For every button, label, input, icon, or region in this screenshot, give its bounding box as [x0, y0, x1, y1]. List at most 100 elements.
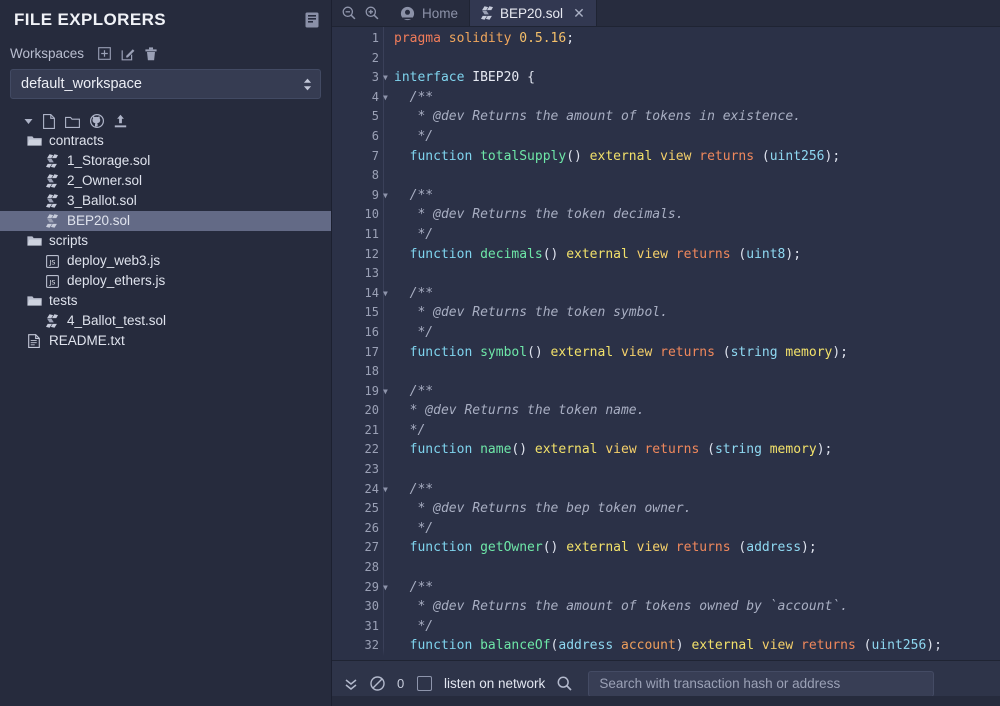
code-line: */	[394, 127, 1000, 147]
fold-caret-icon[interactable]: ▼	[383, 578, 391, 598]
code-token: ;	[566, 31, 574, 46]
line-number: 10	[332, 205, 383, 225]
file-tree-item-3-ballot-sol[interactable]: 3_Ballot.sol	[0, 191, 331, 211]
zoom-out-icon[interactable]	[342, 6, 356, 20]
code-token: getOwner	[480, 540, 543, 555]
line-number-gutter: 123▼4▼56789▼1011121314▼1516171819▼202122…	[332, 27, 384, 660]
code-token: )	[676, 638, 692, 653]
editor-zoom-controls	[332, 0, 389, 26]
code-token: returns	[699, 149, 762, 164]
file-tree-item-deploy-ethers-js[interactable]: JSdeploy_ethers.js	[0, 271, 331, 291]
line-number: 13	[332, 264, 383, 284]
fold-caret-icon[interactable]: ▼	[383, 480, 391, 500]
fold-caret-icon[interactable]: ▼	[383, 284, 391, 304]
line-number: 29▼	[332, 578, 383, 598]
code-token: interface	[394, 70, 472, 85]
file-tree-item-bep20-sol[interactable]: BEP20.sol	[0, 211, 331, 231]
book-panel-icon[interactable]	[305, 12, 319, 28]
file-tree: contracts1_Storage.sol2_Owner.sol3_Ballo…	[0, 111, 331, 351]
fold-caret-icon[interactable]: ▼	[383, 68, 391, 88]
listen-on-network-checkbox[interactable]	[417, 676, 432, 691]
code-token: function	[394, 540, 480, 555]
fold-caret-icon[interactable]: ▼	[383, 382, 391, 402]
terminal-error-count: 0	[397, 676, 405, 691]
line-number: 18	[332, 362, 383, 382]
code-token: */	[394, 129, 433, 144]
code-token: view	[605, 442, 644, 457]
line-number: 4▼	[332, 88, 383, 108]
close-icon[interactable]: ✕	[573, 5, 585, 22]
code-token: function	[394, 638, 480, 653]
fold-caret-icon[interactable]: ▼	[383, 186, 391, 206]
code-token: /**	[394, 90, 433, 105]
code-token: /**	[394, 482, 433, 497]
file-tree-item-label: tests	[49, 291, 78, 311]
file-tree-item-label: 4_Ballot_test.sol	[67, 311, 166, 331]
code-token: pragma	[394, 31, 449, 46]
delete-workspace-icon[interactable]	[145, 47, 157, 61]
file-tree-item-label: deploy_web3.js	[67, 251, 160, 271]
new-folder-icon[interactable]	[65, 115, 80, 128]
code-line: /**	[394, 186, 1000, 206]
code-line: /**	[394, 578, 1000, 598]
code-token: * @dev Returns the token symbol.	[394, 305, 668, 320]
line-number: 12	[332, 245, 383, 265]
search-icon[interactable]	[557, 676, 572, 691]
code-token: * @dev Returns the token name.	[394, 403, 644, 418]
line-number: 2	[332, 49, 383, 69]
file-tree-item-readme-txt[interactable]: README.txt	[0, 331, 331, 351]
editor-tab-bep20-sol[interactable]: BEP20.sol ✕	[470, 0, 597, 26]
code-token: ()	[566, 149, 589, 164]
code-line: */	[394, 617, 1000, 637]
solidity-icon	[44, 314, 60, 328]
file-tree-item-scripts[interactable]: scripts	[0, 231, 331, 251]
double-chevron-down-icon[interactable]	[344, 677, 358, 691]
code-token: view	[621, 345, 660, 360]
code-line: * @dev Returns the amount of tokens in e…	[394, 107, 1000, 127]
add-workspace-icon[interactable]	[98, 47, 111, 60]
code-token: IBEP20	[472, 70, 527, 85]
editor-tab-label: BEP20.sol	[500, 6, 563, 21]
code-line: function decimals() external view return…	[394, 245, 1000, 265]
file-tree-item-deploy-web3-js[interactable]: JS deploy_web3.js	[0, 251, 331, 271]
editor-tab-home[interactable]: Home	[389, 0, 470, 26]
ban-icon[interactable]	[370, 676, 385, 691]
code-token: uint256	[872, 638, 927, 653]
solidity-icon	[44, 174, 60, 188]
line-number: 30	[332, 597, 383, 617]
code-token: external	[566, 247, 636, 262]
code-editor[interactable]: 123▼4▼56789▼1011121314▼1516171819▼202122…	[332, 27, 1000, 660]
code-line: /**	[394, 88, 1000, 108]
line-number: 14▼	[332, 284, 383, 304]
editor-tabbar: Home BEP20.sol ✕	[332, 0, 1000, 27]
code-line: */	[394, 323, 1000, 343]
file-tree-item-tests[interactable]: tests	[0, 291, 331, 311]
github-icon[interactable]	[90, 114, 104, 128]
zoom-in-icon[interactable]	[365, 6, 379, 20]
editor-tabs: Home BEP20.sol ✕	[389, 0, 597, 26]
code-line: */	[394, 225, 1000, 245]
code-line	[394, 264, 1000, 284]
new-file-icon[interactable]	[43, 114, 55, 129]
js-icon: JS	[44, 255, 60, 268]
fold-caret-icon[interactable]: ▼	[383, 88, 391, 108]
listen-on-network-label: listen on network	[444, 676, 545, 691]
collapse-caret-icon[interactable]	[24, 118, 33, 125]
code-token: returns	[801, 638, 864, 653]
file-tree-item-1-storage-sol[interactable]: 1_Storage.sol	[0, 151, 331, 171]
code-line: /**	[394, 382, 1000, 402]
code-line: * @dev Returns the token name.	[394, 401, 1000, 421]
edit-workspace-icon[interactable]	[121, 47, 135, 61]
code-token: function	[394, 442, 480, 457]
file-tree-item-2-owner-sol[interactable]: 2_Owner.sol	[0, 171, 331, 191]
code-token: memory	[770, 442, 817, 457]
code-content[interactable]: pragma solidity 0.5.16;interface IBEP20 …	[384, 27, 1000, 660]
terminal-search-input[interactable]: Search with transaction hash or address	[588, 671, 934, 697]
code-token: returns	[644, 442, 707, 457]
code-token: string	[731, 345, 786, 360]
publish-icon[interactable]	[114, 114, 127, 128]
line-number: 5	[332, 107, 383, 127]
file-tree-item-4-ballot-test-sol[interactable]: 4_Ballot_test.sol	[0, 311, 331, 331]
workspace-select[interactable]: default_workspace	[10, 69, 321, 99]
file-tree-item-contracts[interactable]: contracts	[0, 131, 331, 151]
